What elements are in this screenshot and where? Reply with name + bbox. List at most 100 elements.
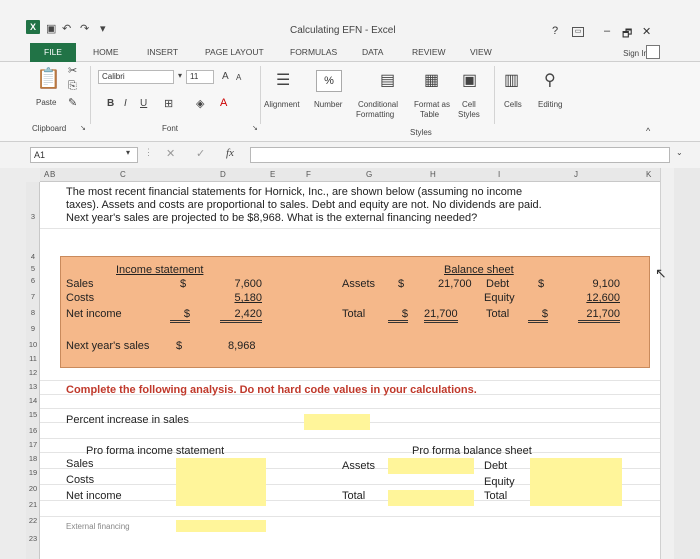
- vertical-scrollbar[interactable]: [660, 168, 674, 559]
- worksheet-grid[interactable]: A B C D E F G H I J K The most recent fi…: [40, 168, 660, 559]
- row-header[interactable]: 23: [26, 534, 40, 543]
- clipboard-launcher-icon[interactable]: ↘: [80, 124, 86, 132]
- chevron-down-icon[interactable]: ▾: [126, 148, 130, 157]
- number-button[interactable]: Number: [314, 100, 342, 109]
- row-header[interactable]: 5: [26, 264, 40, 273]
- enter-icon[interactable]: ✓: [196, 147, 205, 160]
- is-value-sales[interactable]: 7,600: [220, 278, 262, 290]
- bold-button[interactable]: B: [107, 98, 114, 109]
- conditional-formatting-button[interactable]: Conditional: [358, 100, 398, 109]
- format-painter-icon[interactable]: ✎: [68, 96, 77, 109]
- bs-total2-value[interactable]: 21,700: [578, 308, 620, 323]
- borders-icon[interactable]: ⊞: [164, 97, 173, 110]
- format-as-table-icon[interactable]: ▦: [424, 70, 439, 90]
- next-year-sales-value[interactable]: 8,968: [228, 340, 256, 352]
- percent-increase-input[interactable]: [304, 414, 370, 430]
- redo-icon[interactable]: ↷: [80, 22, 89, 35]
- cells-icon[interactable]: ▥: [504, 70, 519, 90]
- is-value-costs[interactable]: 5,180: [220, 292, 262, 304]
- row-header[interactable]: 7: [26, 292, 40, 301]
- column-header[interactable]: B: [50, 170, 55, 179]
- tab-formulas[interactable]: FORMULAS: [290, 47, 337, 57]
- row-header[interactable]: 3: [26, 212, 40, 221]
- shrink-font-button[interactable]: A: [236, 73, 241, 82]
- name-box[interactable]: A1: [30, 147, 138, 163]
- column-header[interactable]: I: [498, 170, 500, 179]
- tab-review[interactable]: REVIEW: [412, 47, 446, 57]
- row-header[interactable]: 9: [26, 324, 40, 333]
- row-header[interactable]: 4: [26, 252, 40, 261]
- grow-font-button[interactable]: A: [222, 71, 229, 82]
- editing-button[interactable]: Editing: [538, 100, 562, 109]
- alignment-button[interactable]: Alignment: [264, 100, 300, 109]
- row-header[interactable]: 8: [26, 308, 40, 317]
- column-header[interactable]: J: [574, 170, 578, 179]
- tab-insert[interactable]: INSERT: [147, 47, 178, 57]
- row-header[interactable]: 18: [26, 454, 40, 463]
- row-header[interactable]: 16: [26, 426, 40, 435]
- row-header[interactable]: 6: [26, 276, 40, 285]
- conditional-formatting-icon[interactable]: ▤: [380, 70, 395, 90]
- sign-in-link[interactable]: Sign In: [623, 49, 648, 58]
- formula-input[interactable]: [250, 147, 670, 163]
- row-header[interactable]: 11: [26, 354, 40, 363]
- row-header[interactable]: 13: [26, 382, 40, 391]
- row-header[interactable]: 21: [26, 500, 40, 509]
- undo-icon[interactable]: ↶: [62, 22, 71, 35]
- expand-formula-icon[interactable]: ⌄: [676, 148, 683, 157]
- row-header[interactable]: 12: [26, 368, 40, 377]
- bs-assets-value[interactable]: 21,700: [438, 278, 472, 290]
- alignment-icon[interactable]: ☰: [276, 70, 290, 90]
- row-header[interactable]: 10: [26, 340, 40, 349]
- font-color-icon[interactable]: A: [220, 97, 227, 109]
- cell-styles-button[interactable]: Cell: [462, 100, 476, 109]
- row-header[interactable]: 22: [26, 516, 40, 525]
- underline-button[interactable]: U: [140, 98, 147, 109]
- copy-icon[interactable]: ⎘: [68, 80, 77, 93]
- binoculars-icon[interactable]: ⚲: [544, 70, 556, 90]
- column-header[interactable]: G: [366, 170, 372, 179]
- close-button[interactable]: ✕: [642, 25, 651, 38]
- format-as-table-button[interactable]: Format as: [414, 100, 450, 109]
- row-header[interactable]: 19: [26, 468, 40, 477]
- cell-styles-icon[interactable]: ▣: [462, 70, 477, 90]
- column-header[interactable]: F: [306, 170, 311, 179]
- column-header[interactable]: E: [270, 170, 275, 179]
- pf-bs-assets-input[interactable]: [388, 458, 474, 474]
- help-icon[interactable]: ?: [552, 25, 558, 37]
- italic-button[interactable]: I: [124, 98, 127, 109]
- column-header[interactable]: D: [220, 170, 226, 179]
- cancel-icon[interactable]: ✕: [166, 147, 175, 160]
- cut-icon[interactable]: ✂: [68, 64, 77, 77]
- customize-qat-icon[interactable]: ▾: [100, 22, 106, 35]
- pf-efn-input[interactable]: [176, 520, 266, 532]
- clipboard-icon[interactable]: 📋: [36, 66, 61, 91]
- font-launcher-icon[interactable]: ↘: [252, 124, 258, 132]
- column-header[interactable]: H: [430, 170, 436, 179]
- fill-color-icon[interactable]: ◈: [196, 97, 204, 110]
- pf-is-input[interactable]: [176, 458, 266, 506]
- row-header[interactable]: 14: [26, 396, 40, 405]
- tab-page-layout[interactable]: PAGE LAYOUT: [205, 47, 264, 57]
- pf-bs-liabilities-input[interactable]: [530, 458, 622, 506]
- bs-total-value[interactable]: 21,700: [424, 308, 458, 323]
- font-name-select[interactable]: Calibri: [98, 70, 174, 84]
- tab-view[interactable]: VIEW: [470, 47, 492, 57]
- bs-equity-value[interactable]: 12,600: [578, 292, 620, 304]
- ribbon-display-icon[interactable]: ▭: [572, 27, 584, 37]
- minimize-button[interactable]: –: [604, 25, 610, 37]
- row-header[interactable]: 17: [26, 440, 40, 449]
- row-header[interactable]: 20: [26, 484, 40, 493]
- row-header[interactable]: 15: [26, 410, 40, 419]
- number-format-icon[interactable]: %: [316, 70, 342, 92]
- insert-function-icon[interactable]: fx: [226, 147, 234, 159]
- cells-button[interactable]: Cells: [504, 100, 522, 109]
- tab-home[interactable]: HOME: [93, 47, 119, 57]
- bs-debt-value[interactable]: 9,100: [578, 278, 620, 290]
- is-value-net-income[interactable]: 2,420: [220, 308, 262, 323]
- collapse-ribbon-icon[interactable]: ^: [646, 126, 650, 136]
- font-size-select[interactable]: 11: [186, 70, 214, 84]
- chevron-down-icon[interactable]: ▾: [178, 71, 182, 80]
- tab-data[interactable]: DATA: [362, 47, 383, 57]
- tab-file[interactable]: FILE: [30, 43, 76, 62]
